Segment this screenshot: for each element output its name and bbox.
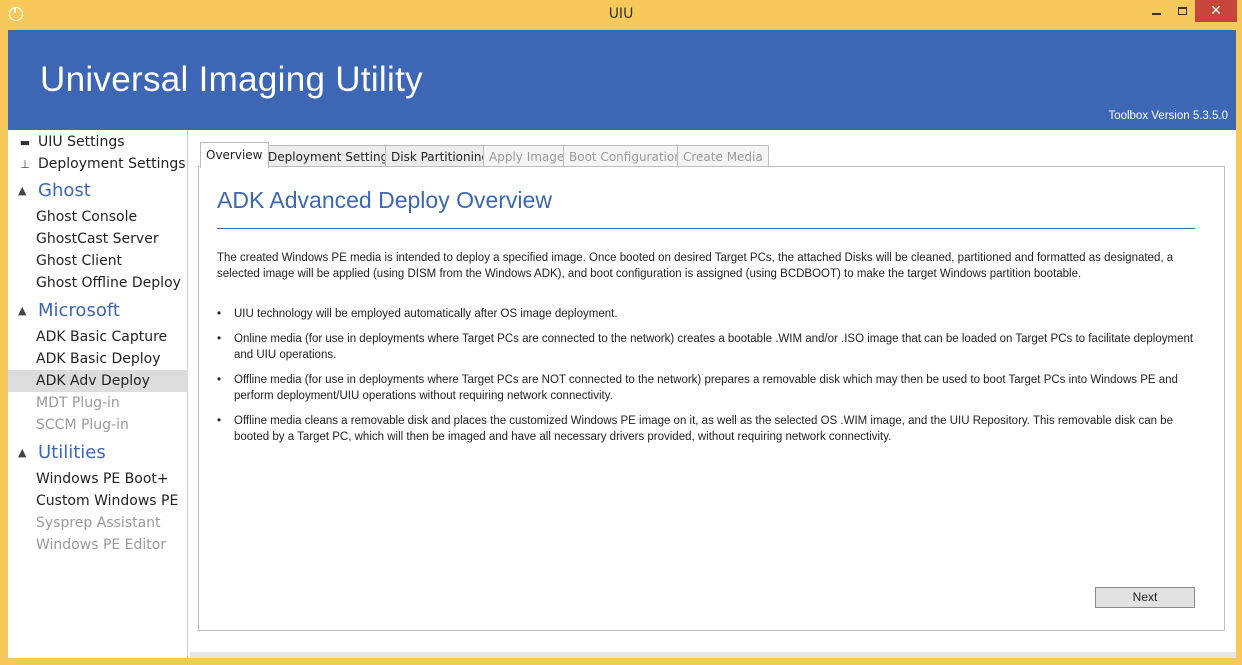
status-strip bbox=[190, 652, 1236, 658]
category-microsoft[interactable]: ▲ Microsoft bbox=[18, 297, 120, 323]
tab-create-media[interactable]: Create Media bbox=[677, 145, 769, 167]
sidebar-item-windows-pe-editor[interactable]: Windows PE Editor bbox=[8, 534, 188, 556]
category-ghost[interactable]: ▲ Ghost bbox=[18, 177, 91, 203]
panel-title: ADK Advanced Deploy Overview bbox=[217, 187, 552, 213]
minimize-icon bbox=[1151, 13, 1161, 15]
category-label: Microsoft bbox=[38, 299, 120, 321]
network-icon: ⊥ bbox=[20, 157, 30, 171]
tab-deployment-settings[interactable]: Deployment Settings bbox=[262, 145, 401, 167]
chevron-up-icon: ▲ bbox=[18, 303, 27, 317]
bullet-list: • UIU technology will be employed automat… bbox=[217, 306, 1202, 454]
category-label: Ghost bbox=[38, 179, 91, 201]
toolbox-icon: ▬ bbox=[19, 135, 31, 149]
bullet-icon: • bbox=[217, 308, 222, 320]
title-bar[interactable]: UIU ✕ bbox=[0, 0, 1242, 30]
app-window: Universal Imaging Utility Toolbox Versio… bbox=[8, 30, 1236, 658]
intro-text: The created Windows PE media is intended… bbox=[217, 252, 1174, 280]
sidebar-item-ghost-offline-deploy[interactable]: Ghost Offline Deploy bbox=[8, 272, 188, 294]
app-title: Universal Imaging Utility bbox=[40, 60, 423, 99]
title-divider bbox=[217, 228, 1195, 229]
sidebar-item-custom-windows-pe[interactable]: Custom Windows PE bbox=[8, 490, 188, 512]
close-button[interactable]: ✕ bbox=[1195, 0, 1237, 22]
header-banner: Universal Imaging Utility Toolbox Versio… bbox=[8, 30, 1236, 130]
sidebar-item-adk-basic-deploy[interactable]: ADK Basic Deploy bbox=[8, 348, 188, 370]
bullet-icon: • bbox=[217, 374, 222, 386]
sidebar-item-uiu-settings[interactable]: ▬ UIU Settings bbox=[18, 132, 125, 152]
minimize-button[interactable] bbox=[1143, 0, 1169, 22]
main-content: Overview Deployment Settings Disk Partit… bbox=[198, 142, 1230, 632]
version-label: Toolbox Version 5.3.5.0 bbox=[1108, 110, 1228, 122]
sidebar-item-mdt-plugin[interactable]: MDT Plug-in bbox=[8, 392, 188, 414]
tab-boot-configuration[interactable]: Boot Configuration bbox=[563, 145, 688, 167]
sidebar-item-adk-basic-capture[interactable]: ADK Basic Capture bbox=[8, 326, 188, 348]
sidebar-item-windows-pe-boot[interactable]: Windows PE Boot+ bbox=[8, 468, 188, 490]
tab-disk-partitioning[interactable]: Disk Partitioning bbox=[385, 145, 496, 167]
maximize-button[interactable] bbox=[1169, 0, 1195, 22]
sidebar-item-label: Deployment Settings bbox=[38, 156, 186, 172]
chevron-up-icon: ▲ bbox=[18, 183, 27, 197]
sidebar-item-sccm-plugin[interactable]: SCCM Plug-in bbox=[8, 414, 188, 436]
list-item: • Offline media (for use in deployments w… bbox=[217, 374, 1178, 402]
sidebar-item-ghostcast-server[interactable]: GhostCast Server bbox=[8, 228, 188, 250]
maximize-icon bbox=[1177, 7, 1187, 15]
sidebar-item-label: UIU Settings bbox=[38, 134, 125, 150]
list-item: • UIU technology will be employed automat… bbox=[217, 308, 618, 320]
overview-panel: ADK Advanced Deploy Overview The created… bbox=[198, 166, 1225, 631]
category-utilities[interactable]: ▲ Utilities bbox=[18, 439, 106, 465]
sidebar-item-adk-adv-deploy[interactable]: ADK Adv Deploy bbox=[8, 370, 188, 392]
bullet-icon: • bbox=[217, 333, 222, 345]
sidebar-item-ghost-console[interactable]: Ghost Console bbox=[8, 206, 188, 228]
sidebar-item-ghost-client[interactable]: Ghost Client bbox=[8, 250, 188, 272]
category-label: Utilities bbox=[38, 441, 106, 463]
chevron-up-icon: ▲ bbox=[18, 445, 27, 459]
bullet-icon: • bbox=[217, 415, 222, 427]
tab-apply-image[interactable]: Apply Image bbox=[483, 145, 571, 167]
sidebar-item-sysprep-assistant[interactable]: Sysprep Assistant bbox=[8, 512, 188, 534]
list-item: • Offline media cleans a removable disk a… bbox=[217, 415, 1173, 443]
list-item: • Online media (for use in deployments wh… bbox=[217, 333, 1194, 361]
window-title: UIU bbox=[608, 6, 634, 22]
sidebar-item-deployment-settings[interactable]: ⊥ Deployment Settings bbox=[18, 154, 186, 174]
sidebar: ▬ UIU Settings ⊥ Deployment Settings ▲ G… bbox=[8, 130, 188, 658]
tab-overview[interactable]: Overview bbox=[200, 142, 269, 168]
close-icon: ✕ bbox=[1210, 3, 1222, 19]
next-button[interactable]: Next bbox=[1095, 587, 1195, 608]
